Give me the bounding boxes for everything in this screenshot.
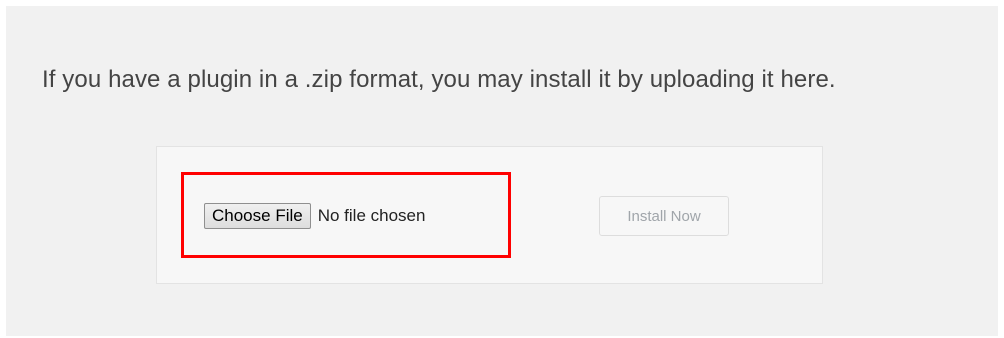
upload-help-text: If you have a plugin in a .zip format, y… bbox=[42, 66, 836, 93]
file-status-text: No file chosen bbox=[317, 206, 426, 225]
upload-plugin-form: Choose File No file chosen Install Now bbox=[156, 146, 823, 284]
upload-plugin-panel: If you have a plugin in a .zip format, y… bbox=[6, 6, 998, 336]
install-now-button[interactable]: Install Now bbox=[599, 196, 729, 236]
file-input[interactable]: Choose File No file chosen bbox=[204, 202, 425, 230]
choose-file-button[interactable]: Choose File bbox=[204, 203, 311, 229]
